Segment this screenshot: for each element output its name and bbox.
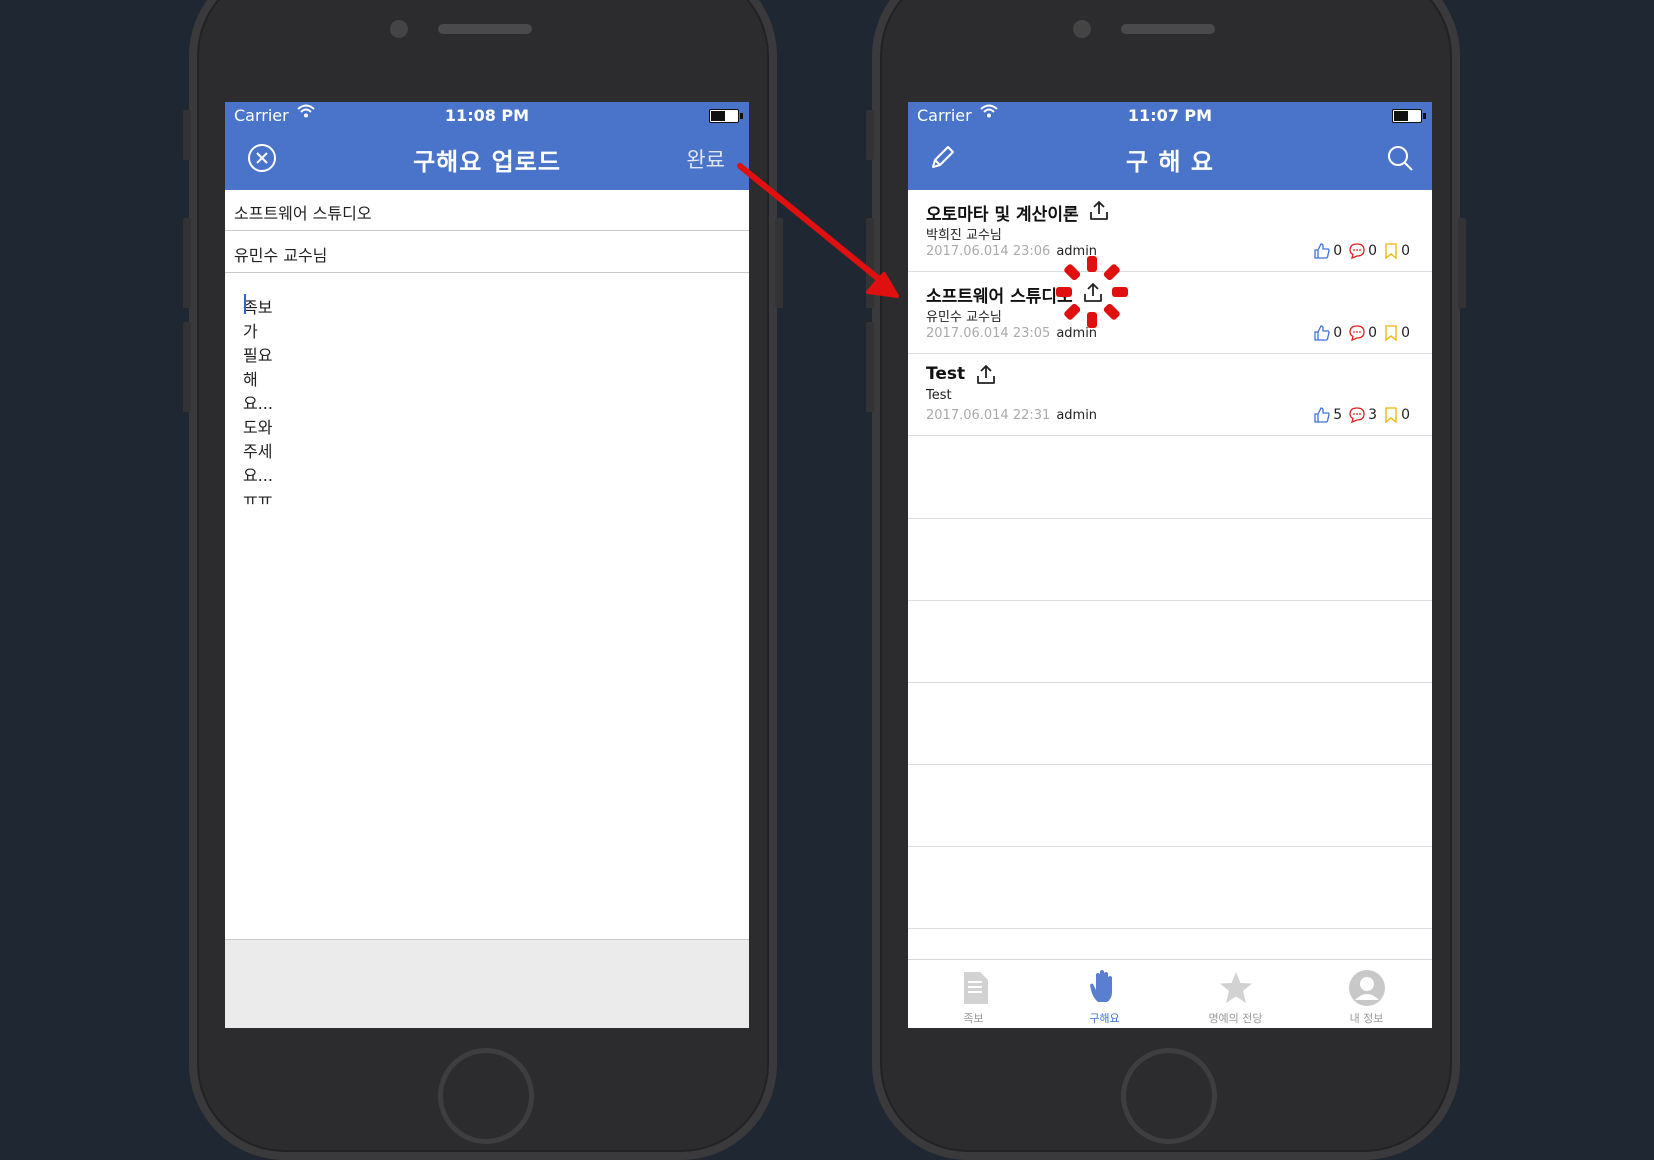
page-title: 구해요 업로드 [413, 148, 561, 176]
tab-label: 구해요 [1089, 1012, 1120, 1025]
text-caret [244, 294, 246, 314]
phone-frame-right: Carrier 11:07 PM 구 해 요 오토마타 및 계산이론 박희진 교… [866, 0, 1466, 1160]
body-textarea-value: 족보가 필요해요... 도와주세요...ㅠㅠ [243, 298, 273, 509]
status-time: 11:08 PM [444, 106, 530, 125]
power-button [775, 218, 783, 308]
bookmark-icon[interactable] [1383, 406, 1399, 424]
battery-icon [1392, 109, 1426, 123]
comment-icon[interactable] [1348, 324, 1366, 342]
body-textarea[interactable]: 족보가 필요해요... 도와주세요...ㅠㅠ [225, 274, 749, 894]
empty-list-row [908, 518, 1432, 601]
document-icon [963, 972, 988, 1004]
bookmark-icon[interactable] [1383, 324, 1399, 342]
post-title: Test [926, 364, 966, 384]
title-field[interactable]: 소프트웨어 스튜디오 [225, 190, 749, 231]
post-date: 2017.06.014 22:31 [926, 408, 1051, 423]
tab-bar: 족보 구해요 명예의 전당 내 정보 [908, 959, 1432, 1028]
star-icon [1219, 972, 1252, 1003]
list-item[interactable]: 오토마타 및 계산이론 박희진 교수님 2017.06.014 23:06 adm… [908, 190, 1432, 272]
request-list-screen: Carrier 11:07 PM 구 해 요 오토마타 및 계산이론 박희진 교… [908, 102, 1432, 1028]
empty-list-row [908, 682, 1432, 765]
earpiece-speaker [438, 24, 532, 34]
page-title: 구 해 요 [1126, 148, 1214, 176]
post-title: 오토마타 및 계산이론 [926, 205, 1079, 225]
phone-frame-left: Carrier 11:08 PM 구해요 업로드 완료 소프트웨어 스튜디오 유… [183, 0, 783, 1160]
comment-count: 3 [1368, 407, 1378, 423]
mute-switch [183, 110, 191, 160]
post-professor: 유민수 교수님 [926, 310, 1002, 325]
status-bar: Carrier 11:07 PM [908, 102, 1432, 128]
nav-bar: 구해요 업로드 완료 [225, 128, 749, 190]
loading-spinner-icon [1056, 256, 1128, 328]
volume-up-button [183, 218, 191, 308]
bookmark-icon[interactable] [1383, 242, 1399, 260]
empty-list-row [908, 764, 1432, 847]
search-icon[interactable] [1384, 142, 1418, 176]
post-stats: 5 3 0 [1313, 406, 1416, 424]
tab-label: 내 정보 [1349, 1012, 1384, 1025]
thumbs-up-icon[interactable] [1313, 324, 1331, 342]
list-item[interactable]: 소프트웨어 스튜디오 유민수 교수님 2017.06.014 23:05 admi… [908, 272, 1432, 354]
like-count: 5 [1333, 407, 1343, 423]
post-stats: 0 0 0 [1313, 324, 1416, 342]
status-bar: Carrier 11:08 PM [225, 102, 749, 128]
comment-icon[interactable] [1348, 406, 1366, 424]
empty-list-row [908, 846, 1432, 929]
bookmark-count: 0 [1401, 243, 1410, 259]
thumbs-up-icon[interactable] [1313, 242, 1331, 260]
front-camera [1073, 20, 1091, 38]
comment-count: 0 [1368, 243, 1378, 259]
front-camera [390, 20, 408, 38]
tab-my-info[interactable]: 내 정보 [1301, 960, 1432, 1028]
battery-icon [709, 109, 743, 123]
nav-bar: 구 해 요 [908, 128, 1432, 190]
post-professor: Test [926, 388, 952, 403]
thumbs-up-icon[interactable] [1313, 406, 1331, 424]
post-date: 2017.06.014 23:05 [926, 326, 1051, 341]
volume-down-button [183, 322, 191, 412]
share-icon[interactable] [974, 363, 998, 387]
tab-label: 명예의 전당 [1208, 1012, 1263, 1025]
mute-switch [866, 110, 874, 160]
empty-list-row [908, 600, 1432, 683]
comment-count: 0 [1368, 325, 1378, 341]
home-button[interactable] [1121, 1048, 1217, 1144]
post-date: 2017.06.014 23:06 [926, 244, 1051, 259]
professor-field[interactable]: 유민수 교수님 [225, 232, 749, 273]
bookmark-count: 0 [1401, 407, 1410, 423]
professor-field-value: 유민수 교수님 [234, 246, 328, 265]
like-count: 0 [1333, 325, 1343, 341]
post-author: admin [1056, 408, 1098, 423]
post-professor: 박희진 교수님 [926, 228, 1002, 243]
volume-up-button [866, 218, 874, 308]
home-button[interactable] [438, 1048, 534, 1144]
title-field-value: 소프트웨어 스튜디오 [234, 204, 372, 223]
hand-icon [1089, 970, 1112, 1002]
tab-request[interactable]: 구해요 [1039, 960, 1170, 1028]
profile-icon [1348, 970, 1385, 1006]
keyboard-placeholder-area [225, 939, 749, 1028]
status-time: 11:07 PM [1127, 106, 1213, 125]
tab-hall-of-fame[interactable]: 명예의 전당 [1170, 960, 1301, 1028]
earpiece-speaker [1121, 24, 1215, 34]
share-icon[interactable] [1087, 199, 1111, 223]
post-stats: 0 0 0 [1313, 242, 1416, 260]
power-button [1458, 218, 1466, 308]
tab-label: 족보 [963, 1012, 984, 1025]
done-button[interactable]: 완료 [686, 144, 725, 174]
list-item[interactable]: Test Test 2017.06.014 22:31 admin 5 3 0 [908, 354, 1432, 436]
like-count: 0 [1333, 243, 1343, 259]
empty-list-row [908, 436, 1432, 519]
upload-screen: Carrier 11:08 PM 구해요 업로드 완료 소프트웨어 스튜디오 유… [225, 102, 749, 1028]
bookmark-count: 0 [1401, 325, 1410, 341]
tab-jokbo[interactable]: 족보 [908, 960, 1039, 1028]
volume-down-button [866, 322, 874, 412]
comment-icon[interactable] [1348, 242, 1366, 260]
